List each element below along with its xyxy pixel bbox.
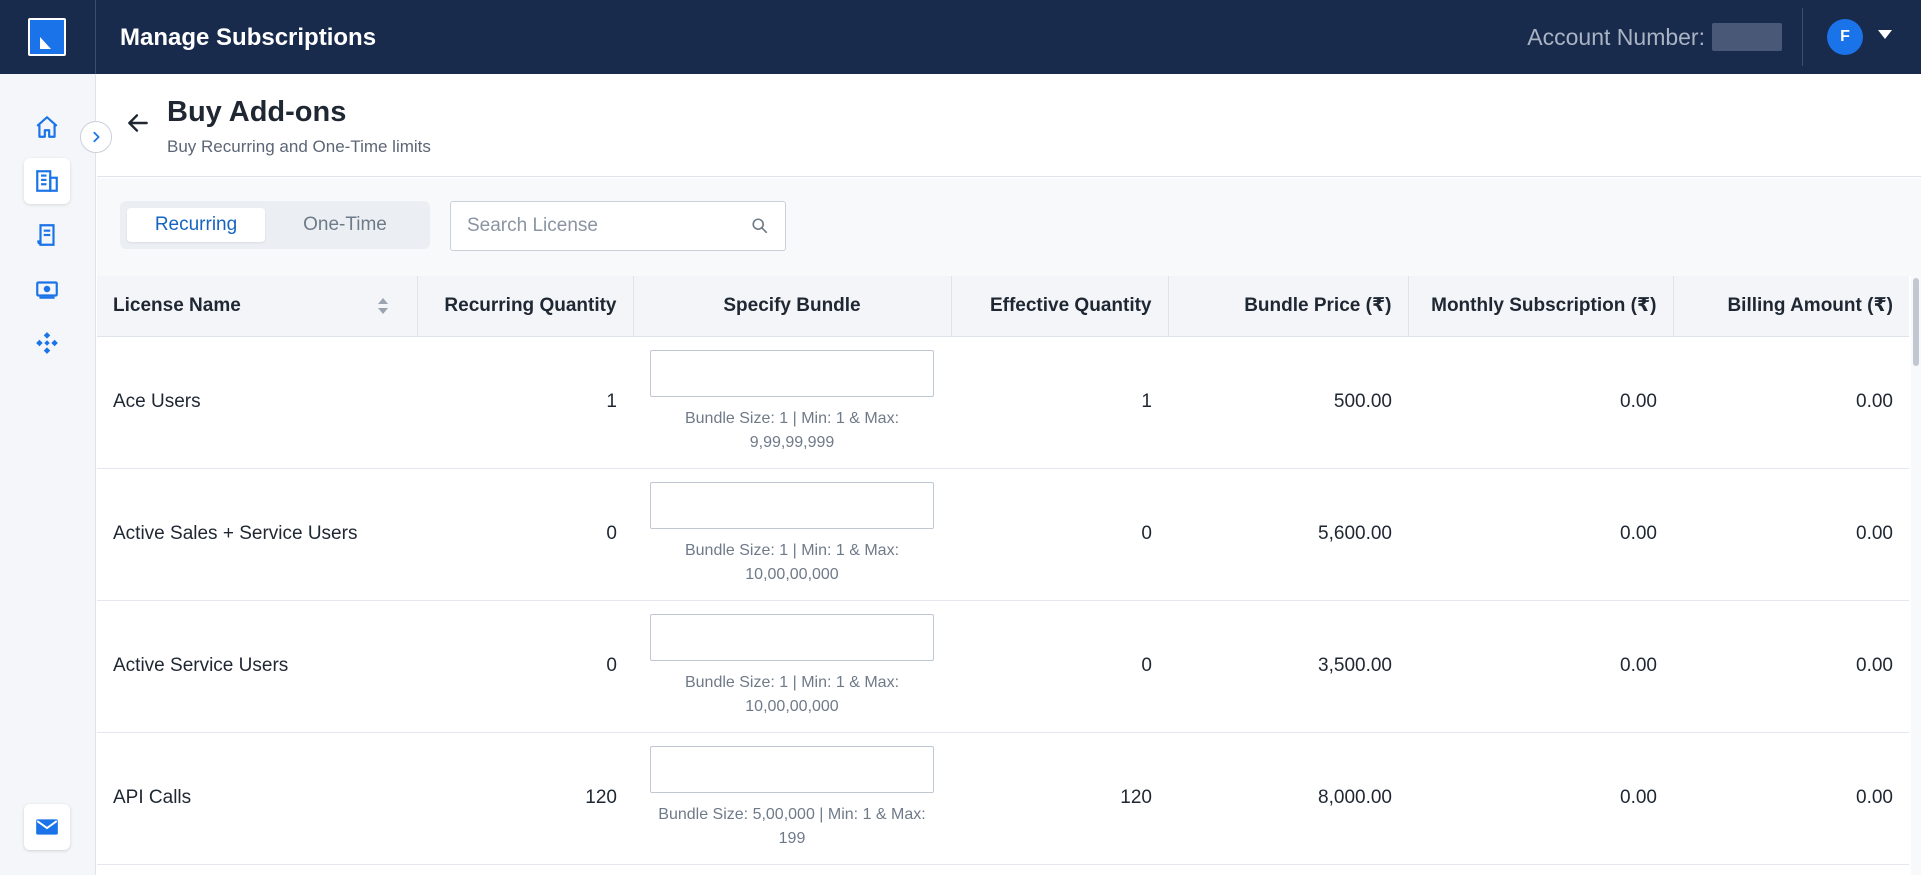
column-header-license-name[interactable]: License Name (97, 276, 418, 337)
network-icon (36, 332, 58, 354)
tab-one-time[interactable]: One-Time (270, 208, 420, 242)
column-header-monthly-subscription: Monthly Subscription (₹) (1408, 276, 1674, 337)
sidebar-item-invoices[interactable] (24, 212, 70, 258)
sidebar-item-subscriptions[interactable] (24, 158, 70, 204)
specify-bundle-cell: Bundle Size: 1 | Min: 1 & Max: 10,00,00,… (633, 600, 951, 732)
top-bar: Manage Subscriptions Account Number: F (0, 0, 1921, 74)
sort-icon[interactable] (377, 295, 389, 317)
monthly-subscription: 0.00 (1620, 787, 1657, 808)
bundle-hint-line: Bundle Size: 1 | Min: 1 & Max: (684, 541, 900, 559)
app-logo[interactable] (28, 18, 66, 56)
bundle-hint: Bundle Size: 5,00,000 | Min: 1 & Max: 19… (649, 803, 935, 851)
license-table-container: License Name Recurring Quantity Specify … (97, 276, 1909, 875)
bundle-price: 500.00 (1333, 391, 1392, 412)
bundle-price: 5,600.00 (1318, 523, 1392, 544)
table-header-row: License Name Recurring Quantity Specify … (97, 276, 1909, 337)
sidebar (0, 74, 96, 875)
sidebar-item-payments[interactable] (24, 266, 70, 312)
topbar-divider (95, 0, 96, 74)
effective-quantity: 0 (1141, 523, 1152, 544)
monthly-subscription: 0.00 (1620, 391, 1657, 412)
specify-bundle-cell: Bundle Size: 5,00,000 | Min: 1 & Max: 19… (633, 732, 951, 864)
mail-icon (36, 819, 58, 835)
bundle-input[interactable] (650, 745, 934, 793)
table-row: Active Service Users 0 Bundle Size: 1 | … (97, 600, 1909, 732)
sidebar-expand-button[interactable] (80, 121, 112, 153)
bundle-hint-line: 9,99,99,999 (749, 433, 835, 451)
billing-amount: 0.00 (1856, 655, 1893, 676)
app-title: Manage Subscriptions (120, 24, 377, 51)
page-title: Buy Add-ons (167, 96, 347, 128)
table-row: Active Sales + Service Users 0 Bundle Si… (97, 468, 1909, 600)
column-header-recurring-quantity: Recurring Quantity (417, 276, 634, 337)
bundle-hint: Bundle Size: 1 | Min: 1 & Max: 10,00,00,… (649, 671, 935, 719)
effective-quantity: 120 (1120, 787, 1152, 808)
specify-bundle-cell: Bundle Size: 1 | Min: 1 & Max: 10,00,00,… (633, 468, 951, 600)
billing-amount: 0.00 (1856, 787, 1893, 808)
tab-switcher: Recurring One-Time (120, 201, 430, 249)
user-avatar[interactable]: F (1827, 19, 1863, 55)
sidebar-item-mail[interactable] (24, 804, 70, 850)
bundle-input[interactable] (650, 349, 934, 397)
sidebar-item-integrations[interactable] (24, 320, 70, 366)
table-row: API Calls 120 Bundle Size: 5,00,000 | Mi… (97, 732, 1909, 864)
search-icon[interactable] (751, 217, 769, 235)
recurring-quantity: 0 (606, 523, 617, 544)
bundle-input[interactable] (650, 613, 934, 661)
bundle-hint-line: 10,00,00,000 (745, 565, 839, 583)
bundle-price: 8,000.00 (1318, 787, 1392, 808)
license-name: Active Sales + Service Users (113, 523, 358, 544)
table-scrollbar[interactable] (1911, 276, 1921, 875)
monthly-subscription: 0.00 (1620, 523, 1657, 544)
search-box (450, 201, 786, 251)
column-header-effective-quantity: Effective Quantity (951, 276, 1169, 337)
column-header-specify-bundle: Specify Bundle (633, 276, 952, 337)
billing-amount: 0.00 (1856, 391, 1893, 412)
column-header-label: License Name (113, 294, 241, 316)
scrollbar-thumb[interactable] (1913, 278, 1919, 366)
specify-bundle-cell: Bundle Size: 1 | Min: 1 & Max: 9,99,99,9… (633, 336, 951, 468)
chevron-down-icon[interactable] (1878, 30, 1892, 39)
topbar-divider (1802, 8, 1803, 66)
back-arrow-icon[interactable] (125, 110, 151, 136)
invoice-icon (37, 224, 55, 246)
column-header-bundle-price: Bundle Price (₹) (1168, 276, 1409, 337)
home-icon (36, 116, 58, 138)
cash-icon (36, 281, 58, 299)
chevron-right-icon (93, 131, 100, 143)
bundle-hint: Bundle Size: 1 | Min: 1 & Max: 10,00,00,… (649, 539, 935, 587)
table-row: Ace Users 1 Bundle Size: 1 | Min: 1 & Ma… (97, 336, 1909, 468)
logo-icon (40, 37, 51, 49)
page-header: Buy Add-ons Buy Recurring and One-Time l… (97, 74, 1921, 177)
tab-recurring[interactable]: Recurring (127, 208, 265, 242)
bundle-price: 3,500.00 (1318, 655, 1392, 676)
license-name: Active Service Users (113, 655, 289, 676)
recurring-quantity: 120 (585, 787, 617, 808)
bundle-hint-line: Bundle Size: 1 | Min: 1 & Max: (684, 409, 900, 427)
building-icon (36, 170, 58, 192)
account-number-label: Account Number: (1527, 24, 1705, 50)
bundle-hint-line: 199 (778, 829, 806, 847)
recurring-quantity: 1 (606, 391, 617, 412)
billing-amount: 0.00 (1856, 523, 1893, 544)
page-subtitle: Buy Recurring and One-Time limits (167, 137, 431, 156)
effective-quantity: 1 (1141, 391, 1152, 412)
monthly-subscription: 0.00 (1620, 655, 1657, 676)
search-input[interactable] (467, 202, 737, 250)
effective-quantity: 0 (1141, 655, 1152, 676)
bundle-hint-line: Bundle Size: 1 | Min: 1 & Max: (684, 673, 900, 691)
bundle-hint-line: 10,00,00,000 (745, 697, 839, 715)
license-name: API Calls (113, 787, 192, 808)
column-header-billing-amount: Billing Amount (₹) (1673, 276, 1909, 337)
license-table: License Name Recurring Quantity Specify … (97, 276, 1909, 865)
recurring-quantity: 0 (606, 655, 617, 676)
license-name: Ace Users (113, 391, 201, 412)
toolbar: Recurring One-Time (97, 178, 1921, 276)
sidebar-item-home[interactable] (24, 104, 70, 150)
bundle-hint: Bundle Size: 1 | Min: 1 & Max: 9,99,99,9… (649, 407, 935, 455)
account-number-value (1712, 23, 1782, 51)
bundle-input[interactable] (650, 481, 934, 529)
bundle-hint-line: Bundle Size: 5,00,000 | Min: 1 & Max: (658, 805, 926, 823)
